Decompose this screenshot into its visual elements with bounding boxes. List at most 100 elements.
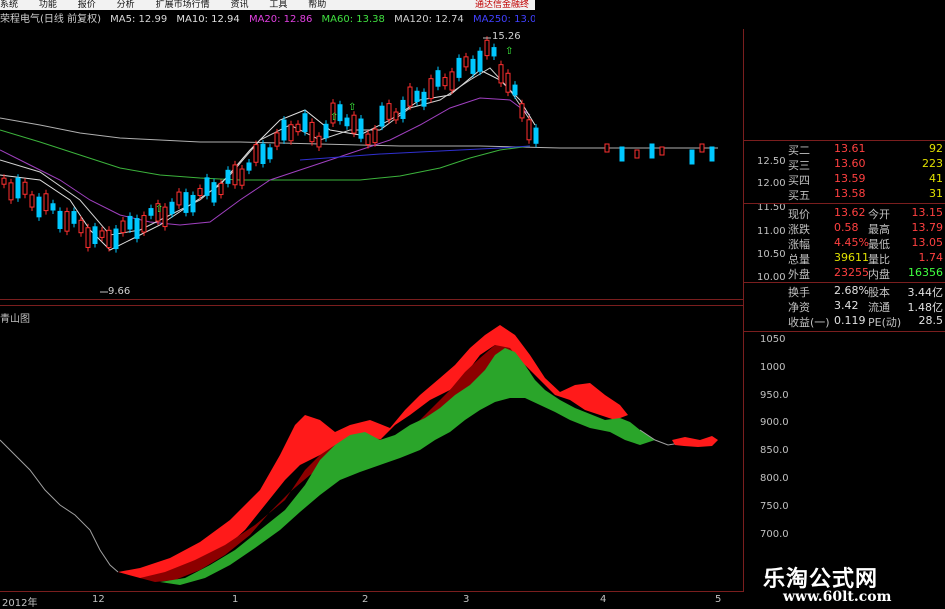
stat-value: 13.79: [911, 221, 944, 234]
axis-tick-label: 1000: [760, 362, 786, 373]
candle-body: [449, 71, 455, 91]
candle-body: [519, 103, 525, 119]
time-tick-label: 3: [463, 594, 470, 605]
candle-body: [337, 104, 343, 122]
bid-price: 13.60: [834, 157, 866, 170]
candle-body: [365, 133, 371, 146]
time-tick-label: 5: [715, 594, 722, 605]
stat-value: 0.119: [834, 314, 866, 327]
stat-row-netasset: 净资 3.42 流通 1.48亿: [784, 299, 945, 314]
candle-body: [526, 119, 532, 141]
stat-value: 3.42: [834, 299, 859, 312]
candle-body: [92, 226, 98, 244]
candle-body: [43, 193, 49, 212]
candle-body: [197, 188, 203, 196]
ma-line-blue: [299, 145, 531, 161]
candle-body: [442, 77, 448, 87]
candle-body: [260, 143, 266, 164]
signal-arrow-icon: ⇧: [155, 204, 163, 215]
bid-row-4[interactable]: 买四 13.59 41: [784, 172, 945, 187]
candle-body: [379, 105, 385, 127]
stat-label: 涨跌: [788, 223, 810, 236]
candle-body: [113, 228, 119, 250]
indicator-name[interactable]: 青山图: [0, 310, 30, 325]
candle-body: [190, 194, 196, 213]
bid-label: 买五: [788, 189, 810, 202]
quote-divider: [744, 203, 945, 204]
candle-body: [204, 177, 210, 196]
time-tick-label: 12: [92, 594, 105, 605]
stat-value: 39611: [834, 251, 869, 264]
stat-label: 收益(一): [788, 316, 830, 329]
candle-body: [218, 182, 224, 196]
candle-body: [267, 147, 273, 160]
candle-body: [491, 47, 497, 57]
candle-body: [505, 72, 511, 93]
stat-row-price: 现价 13.62 今开 13.15: [784, 206, 945, 221]
bid-price: 13.59: [834, 172, 866, 185]
bid-row-5[interactable]: 买五 13.58 31: [784, 187, 945, 202]
stat-label: 涨幅: [788, 238, 810, 251]
candle-body: [421, 91, 427, 107]
candle-body: [295, 123, 301, 133]
axis-tick-label: 800.0: [760, 473, 789, 484]
candle-body: [358, 118, 364, 139]
candle-body: [435, 70, 441, 87]
stat-row-volume: 总量 39611 量比 1.74: [784, 251, 945, 266]
axis-tick-label: 850.0: [760, 445, 789, 456]
candle-body: [604, 143, 610, 153]
indicator-gray-line: [0, 439, 119, 573]
stat-value: 3.44亿: [907, 286, 944, 299]
axis-tick-label: 950.0: [760, 390, 789, 401]
axis-tick-label: 900.0: [760, 417, 789, 428]
candle-body: [8, 182, 14, 201]
candle-body: [699, 143, 705, 153]
candle-body: [78, 219, 84, 234]
candle-body: [274, 132, 280, 147]
bid-volume: 223: [922, 157, 943, 170]
bid-label: 买四: [788, 174, 810, 187]
stat-label: 股本: [868, 286, 890, 299]
bid-row-2[interactable]: 买二 13.61 92: [784, 142, 945, 157]
candle-body: [619, 146, 625, 162]
bid-volume: 31: [929, 187, 943, 200]
stat-label: 今开: [868, 208, 890, 221]
candle-body: [281, 119, 287, 141]
stat-label: 最高: [868, 223, 890, 236]
stat-label: 流通: [868, 301, 890, 314]
candle-body: [533, 127, 539, 144]
axis-tick-label: 750.0: [760, 501, 789, 512]
candle-body: [120, 220, 126, 234]
stat-value: 28.5: [918, 314, 944, 327]
bid-row-3[interactable]: 买三 13.60 223: [784, 157, 945, 172]
axis-tick-label: 12.00: [757, 178, 786, 189]
candle-body: [239, 168, 245, 186]
stat-value: 0.58: [834, 221, 859, 234]
quote-panel: 买二 13.61 92 买三 13.60 223 买四 13.59 41 买五 …: [744, 142, 945, 329]
candle-body: [57, 210, 63, 230]
bid-price: 13.61: [834, 142, 866, 155]
candle-body: [477, 50, 483, 72]
signal-arrow-icon: ⇧: [330, 112, 338, 123]
stat-label: 量比: [868, 253, 890, 266]
stat-value: 1.48亿: [907, 301, 944, 314]
stat-row-earnings: 收益(一) 0.119 PE(动) 28.5: [784, 314, 945, 329]
indicator-area: [0, 325, 718, 585]
stat-value: 13.05: [911, 236, 944, 249]
candle-body: [71, 211, 77, 224]
axis-tick-label: 11.00: [757, 226, 786, 237]
quote-divider: [744, 282, 945, 283]
candle-body: [344, 117, 350, 127]
stat-value: 13.15: [911, 206, 944, 219]
price-markers: [100, 37, 491, 293]
stat-row-turnover: 换手 2.68% 股本 3.44亿: [784, 284, 945, 299]
candle-body: [1, 177, 7, 185]
candle-body: [288, 124, 294, 142]
stat-label: 现价: [788, 208, 810, 221]
indicator-tail-red: [672, 436, 718, 447]
candle-body: [246, 162, 252, 171]
candle-body: [225, 169, 231, 184]
candle-body: [484, 39, 490, 57]
candle-body: [85, 227, 91, 248]
candle-body: [512, 84, 518, 96]
